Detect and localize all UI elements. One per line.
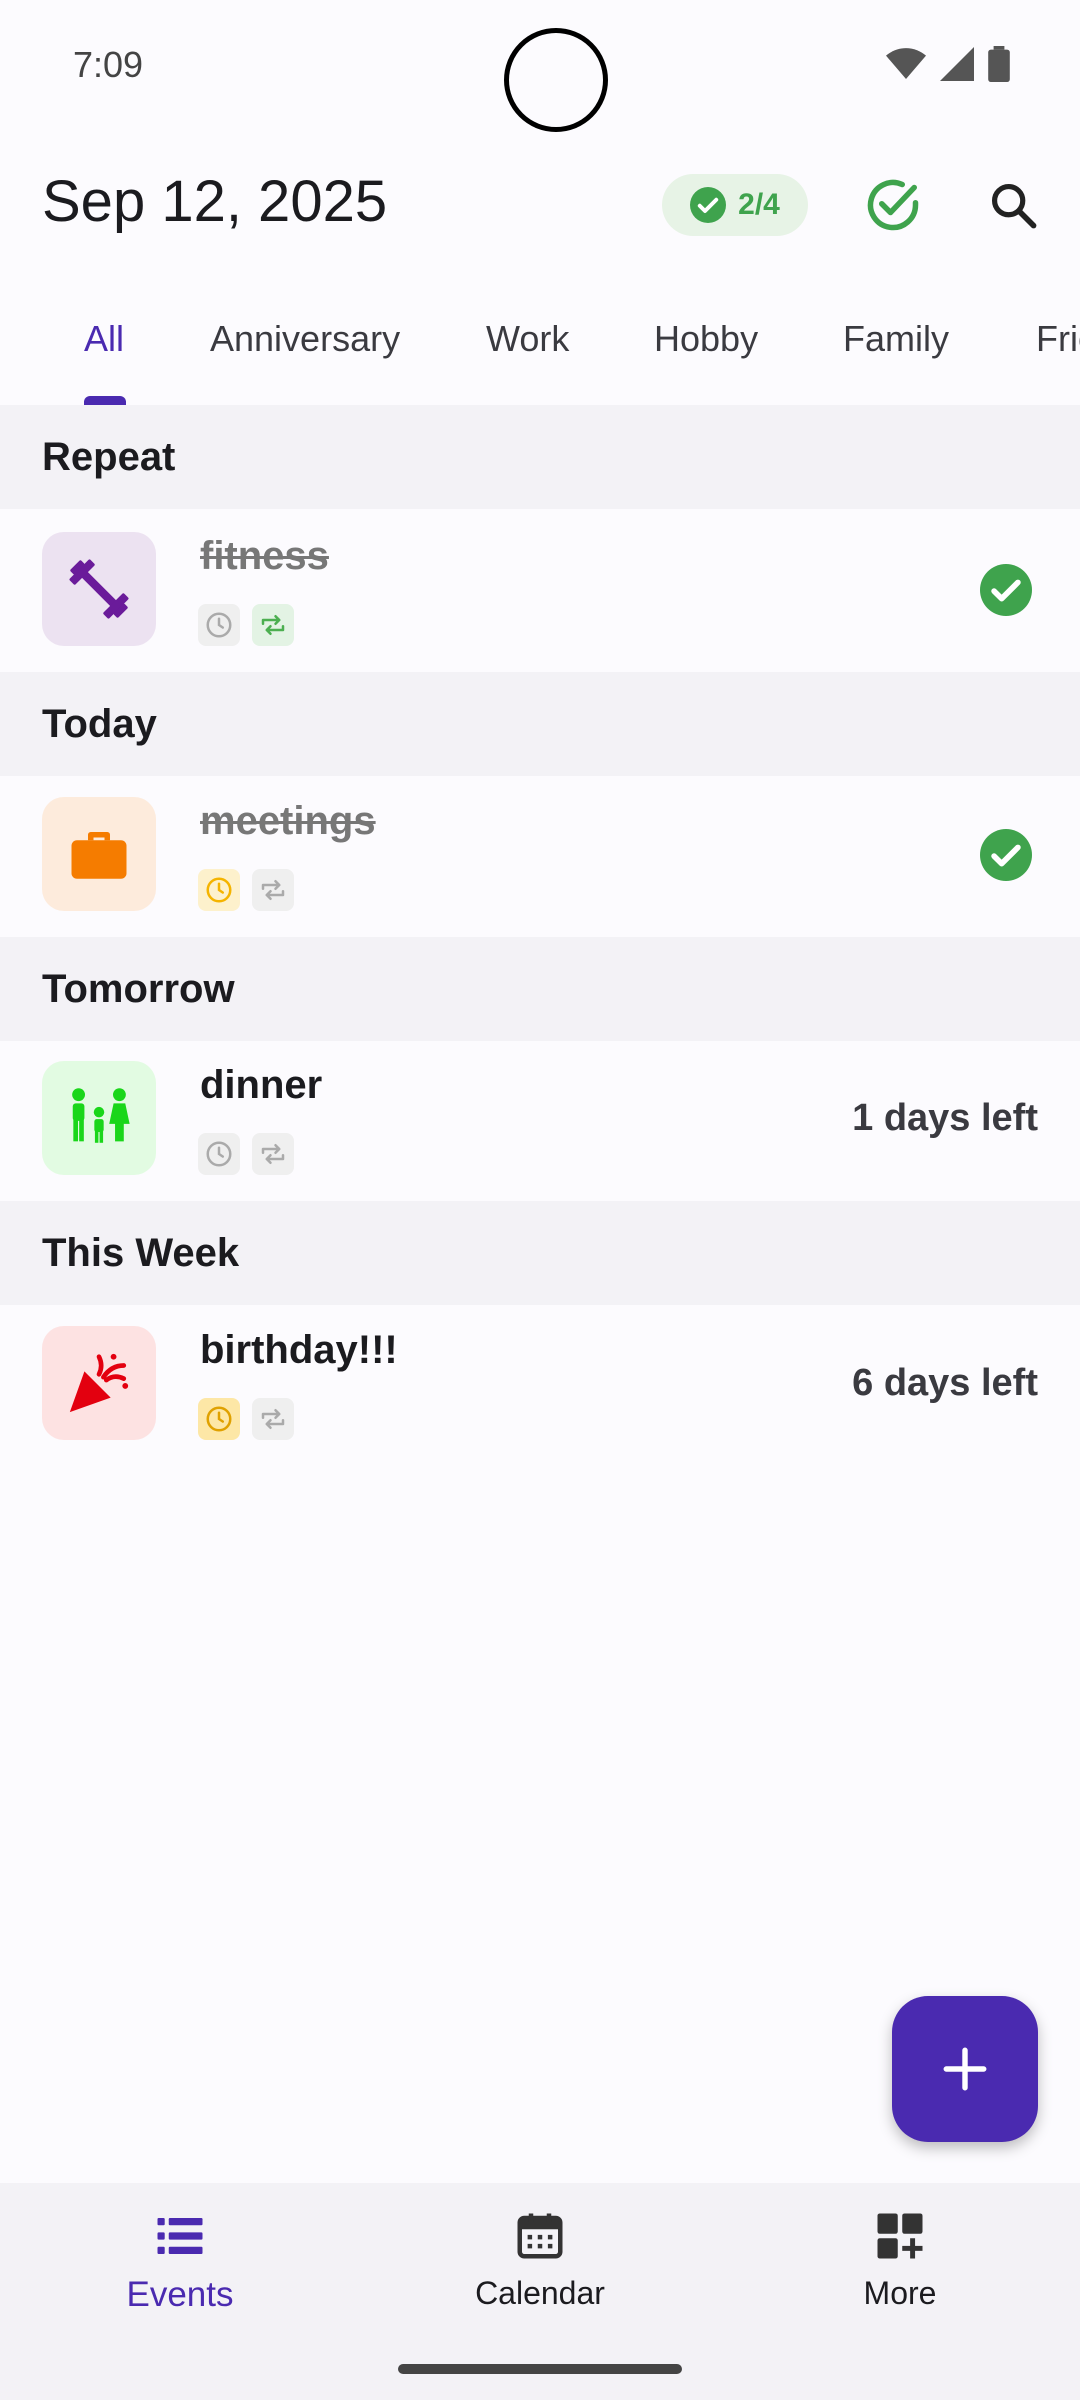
completed-check-icon[interactable] <box>980 564 1032 616</box>
tab-anniversary[interactable]: Anniversary <box>210 318 400 360</box>
mark-all-done-button[interactable] <box>858 170 928 240</box>
dumbbell-icon <box>69 559 129 619</box>
clock-icon <box>206 877 232 903</box>
clock-icon <box>206 1141 232 1167</box>
app-header: Sep 12, 2025 2/4 <box>0 150 1080 260</box>
section-header-this-week: This Week <box>0 1201 1080 1305</box>
event-icon-box <box>42 532 156 646</box>
home-indicator[interactable] <box>398 2364 682 2374</box>
briefcase-icon <box>71 832 127 879</box>
repeat-chip <box>252 869 294 911</box>
days-left: 1 days left <box>852 1097 1038 1139</box>
tab-friends[interactable]: Frie <box>1036 318 1080 360</box>
nav-item-more[interactable]: More <box>750 2209 1050 2312</box>
widgets-add-icon <box>877 2213 923 2259</box>
wifi-icon <box>886 48 926 79</box>
section-title: Tomorrow <box>42 967 235 1011</box>
nav-label: More <box>863 2275 937 2311</box>
event-name: meetings <box>200 799 376 843</box>
clock-icon <box>206 1406 232 1432</box>
tab-family[interactable]: Family <box>843 318 949 360</box>
time-chip <box>198 604 240 646</box>
check-circle-icon <box>690 187 727 223</box>
event-icon-box <box>42 797 156 911</box>
signal-icon <box>940 47 974 81</box>
status-bar: 7:09 <box>0 0 1080 132</box>
section-title: Today <box>42 702 157 746</box>
nav-label: Calendar <box>475 2275 605 2311</box>
nav-item-calendar[interactable]: Calendar <box>390 2209 690 2312</box>
event-chips <box>198 604 294 646</box>
event-name: birthday!!! <box>200 1328 398 1372</box>
search-icon <box>991 183 1037 229</box>
event-row-meetings[interactable]: meetings <box>0 777 1080 937</box>
event-row-birthday[interactable]: birthday!!! 6 days left <box>0 1306 1080 1466</box>
tab-work[interactable]: Work <box>486 318 569 360</box>
repeat-icon <box>261 880 285 900</box>
time-chip <box>198 869 240 911</box>
repeat-icon <box>261 1409 285 1429</box>
section-header-today: Today <box>0 672 1080 776</box>
clock-icon <box>206 612 232 638</box>
event-chips <box>198 1398 294 1440</box>
event-name: dinner <box>200 1063 323 1107</box>
section-title: Repeat <box>42 435 176 479</box>
status-time: 7:09 <box>73 44 144 85</box>
section-header-repeat: Repeat <box>0 405 1080 509</box>
progress-badge[interactable]: 2/4 <box>662 174 808 236</box>
category-tabs: All Anniversary Work Hobby Family Frie <box>0 300 1080 405</box>
time-chip <box>198 1133 240 1175</box>
section-header-tomorrow: Tomorrow <box>0 937 1080 1041</box>
event-name: fitness <box>200 534 329 578</box>
repeat-icon <box>261 1144 285 1164</box>
event-row-fitness[interactable]: fitness <box>0 512 1080 672</box>
check-circle-outline-icon <box>867 179 919 231</box>
repeat-icon <box>261 615 285 635</box>
tab-hobby[interactable]: Hobby <box>654 318 758 360</box>
event-row-dinner[interactable]: dinner 1 days left <box>0 1041 1080 1201</box>
search-button[interactable] <box>978 170 1048 240</box>
completed-check-icon[interactable] <box>980 829 1032 881</box>
calendar-icon <box>517 2213 563 2259</box>
repeat-chip <box>252 1133 294 1175</box>
add-event-button[interactable] <box>892 1996 1038 2142</box>
progress-count: 2/4 <box>738 188 780 221</box>
nav-item-events[interactable]: Events <box>30 2209 330 2315</box>
tab-indicator <box>84 396 126 405</box>
family-icon <box>72 1088 130 1143</box>
plus-icon <box>943 2047 987 2091</box>
time-chip <box>198 1398 240 1440</box>
event-chips <box>198 1133 294 1175</box>
event-icon-box <box>42 1326 156 1440</box>
tab-all[interactable]: All <box>84 318 124 360</box>
status-icons <box>886 46 1010 82</box>
days-left: 6 days left <box>852 1362 1038 1404</box>
repeat-chip <box>252 604 294 646</box>
battery-icon <box>988 46 1010 82</box>
repeat-chip <box>252 1398 294 1440</box>
event-icon-box <box>42 1061 156 1175</box>
nav-label: Events <box>126 2275 234 2314</box>
event-chips <box>198 869 294 911</box>
page-title: Sep 12, 2025 <box>42 169 388 234</box>
party-popper-icon <box>69 1353 129 1413</box>
list-icon <box>157 2218 203 2254</box>
camera-cutout <box>504 28 608 132</box>
section-title: This Week <box>42 1231 240 1275</box>
